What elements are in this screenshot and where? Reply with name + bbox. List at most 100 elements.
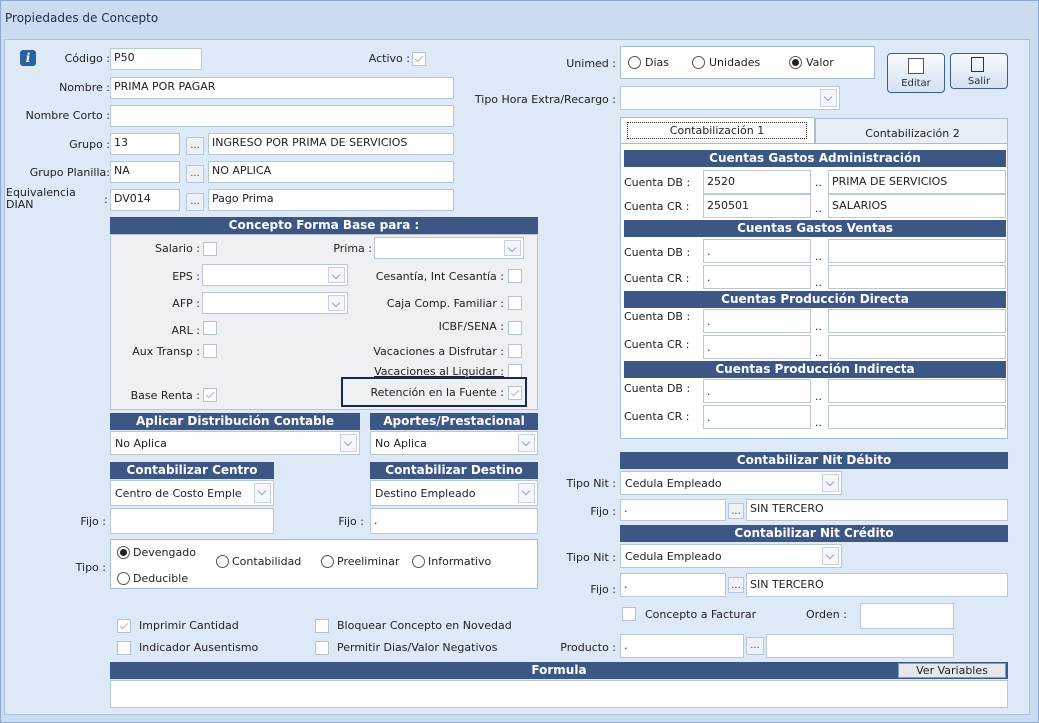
prod-indirecta-cr-input[interactable]: . (703, 405, 811, 429)
chevron-down-icon[interactable] (504, 240, 521, 256)
nit-credito-fijo-input[interactable]: . (620, 573, 726, 597)
chevron-down-icon[interactable] (822, 547, 839, 565)
imprimir-cantidad-checkbox[interactable] (117, 619, 131, 633)
info-icon[interactable]: i (20, 50, 36, 66)
admin-db-dots[interactable]: .. (815, 176, 822, 189)
tipo-contabilidad-radio[interactable] (216, 555, 229, 568)
grupo-planilla-lookup-button[interactable]: ... (186, 165, 204, 183)
vac-disfrutar-checkbox[interactable] (508, 344, 522, 358)
codigo-input[interactable]: P50 (110, 48, 202, 70)
icbf-checkbox[interactable] (508, 321, 522, 335)
prod-directa-db-dots[interactable]: .. (815, 320, 822, 333)
tab-contabilizacion-2[interactable]: Contabilización 2 (815, 118, 1008, 144)
prod-directa-db-desc[interactable] (828, 309, 1006, 333)
prod-indirecta-db-dots[interactable]: .. (815, 390, 822, 403)
nit-debito-tercero[interactable]: SIN TERCERO (746, 499, 1008, 521)
admin-db-input[interactable]: 2520 (703, 170, 811, 194)
equivalencia-desc-input[interactable]: Pago Prima (208, 189, 454, 211)
prod-directa-cr-desc[interactable] (828, 335, 1006, 359)
salario-checkbox[interactable] (203, 242, 217, 256)
nit-debito-fijo-input[interactable]: . (620, 499, 726, 521)
salir-button[interactable]: Salir (950, 53, 1008, 89)
ventas-db-input[interactable]: . (703, 239, 811, 263)
unimed-valor-radio[interactable] (789, 56, 802, 69)
chevron-down-icon[interactable] (822, 474, 839, 492)
bloquear-concepto-checkbox[interactable] (315, 619, 329, 633)
retencion-checkbox[interactable] (508, 386, 522, 400)
grupo-lookup-button[interactable]: ... (186, 137, 204, 155)
arl-checkbox[interactable] (203, 321, 217, 335)
grupo-planilla-code-input[interactable]: NA (110, 161, 180, 183)
tipo-informativo-radio[interactable] (412, 555, 425, 568)
centro-select[interactable]: Centro de Costo Emple (110, 480, 274, 506)
admin-cr-desc[interactable]: SALARIOS (828, 194, 1006, 218)
aportes-select[interactable]: No Aplica (370, 431, 538, 455)
caja-checkbox[interactable] (508, 296, 522, 310)
tab-contabilizacion-1[interactable]: Contabilización 1 (620, 117, 815, 144)
destino-fijo-input[interactable]: . (370, 508, 538, 534)
unimed-dias-radio[interactable] (628, 56, 641, 69)
prod-indirecta-db-input[interactable]: . (703, 379, 811, 403)
admin-db-desc[interactable]: PRIMA DE SERVICIOS (828, 170, 1006, 194)
chevron-down-icon[interactable] (340, 434, 357, 452)
editar-button[interactable]: Editar (887, 53, 945, 93)
activo-checkbox[interactable] (412, 52, 426, 66)
ausentismo-checkbox[interactable] (117, 641, 131, 655)
grupo-desc-input[interactable]: INGRESO POR PRIMA DE SERVICIOS (208, 133, 454, 155)
permitir-negativos-checkbox[interactable] (315, 641, 329, 655)
admin-cr-input[interactable]: 250501 (703, 194, 811, 218)
destino-select[interactable]: Destino Empleado (370, 480, 538, 506)
prod-directa-db-input[interactable]: . (703, 309, 811, 333)
chevron-down-icon[interactable] (328, 267, 345, 283)
tipo-deducible-radio[interactable] (117, 572, 130, 585)
nombre-corto-input[interactable] (110, 105, 454, 127)
chevron-down-icon[interactable] (820, 89, 837, 107)
ventas-cr-desc[interactable] (828, 265, 1006, 289)
nit-credito-tercero[interactable]: SIN TERCERO (746, 573, 1008, 597)
ventas-cr-input[interactable]: . (703, 265, 811, 289)
grupo-code-input[interactable]: 13 (110, 133, 180, 155)
prod-indirecta-db-desc[interactable] (828, 379, 1006, 403)
producto-desc[interactable] (766, 634, 954, 658)
unimed-unidades-radio[interactable] (692, 56, 705, 69)
ventas-db-desc[interactable] (828, 239, 1006, 263)
centro-header: Contabilizar Centro (110, 462, 274, 479)
prod-directa-cr-dots[interactable]: .. (815, 346, 822, 359)
chevron-down-icon[interactable] (254, 483, 271, 503)
distribucion-select[interactable]: No Aplica (110, 431, 360, 455)
aux-transp-checkbox[interactable] (203, 344, 217, 358)
equivalencia-code-input[interactable]: DV014 (110, 189, 180, 211)
prod-directa-cr-input[interactable]: . (703, 335, 811, 359)
producto-lookup-button[interactable]: ... (746, 637, 764, 655)
chevron-down-icon[interactable] (328, 295, 345, 311)
admin-cr-dots[interactable]: .. (815, 202, 822, 215)
nit-debito-lookup-button[interactable]: ... (728, 503, 744, 519)
ventas-db-dots[interactable]: .. (815, 250, 822, 263)
equivalencia-lookup-button[interactable]: ... (186, 193, 204, 211)
orden-input[interactable] (860, 603, 954, 629)
base-renta-checkbox[interactable] (203, 388, 217, 402)
tipo-devengado-radio[interactable] (117, 546, 130, 559)
eps-select[interactable] (202, 264, 348, 286)
chevron-down-icon[interactable] (518, 483, 535, 503)
cesantia-checkbox[interactable] (508, 269, 522, 283)
formula-input[interactable] (110, 680, 1008, 708)
ver-variables-button[interactable]: Ver Variables (898, 663, 1006, 678)
grupo-planilla-desc-input[interactable]: NO APLICA (208, 161, 454, 183)
producto-input[interactable]: . (620, 634, 744, 658)
nit-credito-lookup-button[interactable]: ... (728, 577, 744, 593)
tipo-hora-select[interactable] (620, 86, 840, 110)
nit-debito-tipo-select[interactable]: Cedula Empleado (620, 471, 842, 495)
prod-indirecta-cr-dots[interactable]: .. (815, 416, 822, 429)
prima-select[interactable] (374, 237, 524, 259)
nombre-input[interactable]: PRIMA POR PAGAR (110, 77, 454, 99)
chevron-down-icon[interactable] (518, 434, 535, 452)
centro-fijo-input[interactable] (110, 508, 274, 534)
afp-select[interactable] (202, 292, 348, 314)
concepto-facturar-checkbox[interactable] (622, 607, 636, 621)
tipo-preeliminar-radio[interactable] (321, 555, 334, 568)
nit-credito-tipo-select[interactable]: Cedula Empleado (620, 544, 842, 568)
vac-liquidar-checkbox[interactable] (508, 364, 522, 378)
ventas-cr-dots[interactable]: .. (815, 276, 822, 289)
prod-indirecta-cr-desc[interactable] (828, 405, 1006, 429)
